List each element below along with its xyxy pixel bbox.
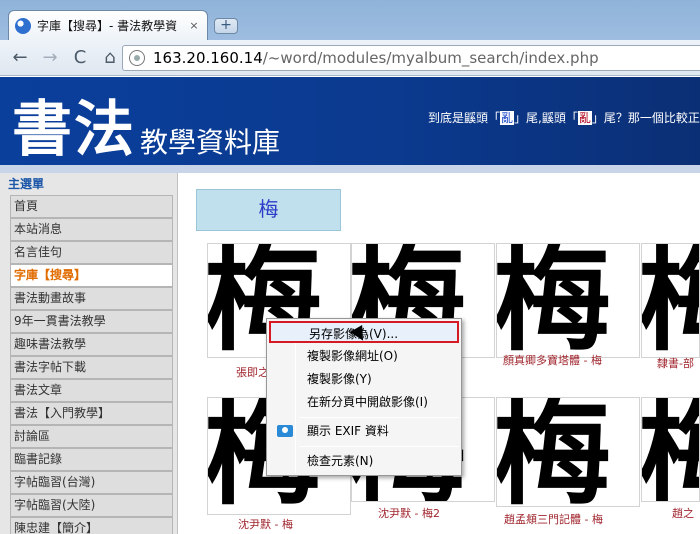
calligraphy-glyph: 梅 bbox=[496, 243, 612, 358]
copy-image-url-item[interactable]: 複製影像網址(O) bbox=[269, 345, 459, 367]
address-bar[interactable]: 163.20.160.14/~word/modules/myalbum_sear… bbox=[122, 45, 700, 71]
camera-icon bbox=[277, 425, 293, 437]
thumbnail-caption[interactable]: 趙孟頫三門記體 - 梅 bbox=[504, 511, 603, 527]
menu-separator bbox=[299, 417, 459, 418]
page-icon bbox=[129, 50, 145, 66]
search-term-title: 梅 bbox=[196, 189, 341, 231]
menu-separator bbox=[299, 446, 459, 447]
menu-item-profile[interactable]: 陳忠建【簡介】 bbox=[10, 517, 173, 534]
context-menu: 另存影像為(V)... 複製影像網址(O) 複製影像(Y) 在新分頁中開啟影像(… bbox=[266, 318, 462, 476]
menu-item-forum[interactable]: 討論區 bbox=[10, 425, 173, 448]
tab-close-icon[interactable]: × bbox=[187, 19, 201, 33]
menu-item-home[interactable]: 首頁 bbox=[10, 195, 173, 218]
back-button[interactable]: ← bbox=[8, 46, 32, 70]
menu-item-taiwan[interactable]: 字帖臨習(台灣) bbox=[10, 471, 173, 494]
tab-strip: 字庫【搜尋】- 書法教學資 × + bbox=[0, 0, 700, 40]
menu-item-downloads[interactable]: 書法字帖下載 bbox=[10, 356, 173, 379]
thumbnail-caption[interactable]: 張即之 bbox=[236, 364, 269, 380]
marquee-text: 到底是鼷頭「亂」尾,鼷頭「亂」尾？那一個比較正確 bbox=[428, 111, 700, 125]
sidebar: 主選單 首頁 本站消息 名言佳句 字庫【搜尋】 書法動畫故事 9年一貫書法教學 … bbox=[0, 173, 178, 534]
open-image-new-tab-item[interactable]: 在新分頁中開啟影像(I) bbox=[269, 391, 459, 413]
thumbnail-image[interactable]: 梅 bbox=[496, 243, 640, 358]
thumbnail-caption[interactable]: 隸書-部 bbox=[657, 355, 694, 371]
copy-image-item[interactable]: 複製影像(Y) bbox=[269, 368, 459, 390]
menu-item-quotes[interactable]: 名言佳句 bbox=[10, 241, 173, 264]
menu-item-curriculum[interactable]: 9年一貫書法教學 bbox=[10, 310, 173, 333]
thumbnail-caption[interactable]: 趙之 bbox=[672, 505, 694, 521]
thumbnail-image[interactable]: 梅 bbox=[496, 397, 640, 507]
menu-item-search[interactable]: 字庫【搜尋】 bbox=[10, 264, 173, 287]
main-menu: 首頁 本站消息 名言佳句 字庫【搜尋】 書法動畫故事 9年一貫書法教學 趣味書法… bbox=[10, 195, 173, 534]
menu-item-intro[interactable]: 書法【入門教學】 bbox=[10, 402, 173, 425]
menu-item-mainland[interactable]: 字帖臨習(大陸) bbox=[10, 494, 173, 517]
tab-title: 字庫【搜尋】- 書法教學資 bbox=[37, 19, 178, 33]
reload-button[interactable]: C bbox=[68, 46, 92, 70]
site-logo[interactable]: 書法 bbox=[12, 81, 136, 165]
menu-item-news[interactable]: 本站消息 bbox=[10, 218, 173, 241]
inspect-element-item[interactable]: 檢查元素(N) bbox=[269, 450, 459, 472]
new-tab-button[interactable]: + bbox=[214, 18, 238, 34]
header-strip bbox=[0, 165, 700, 173]
sidebar-title: 主選單 bbox=[8, 177, 45, 191]
home-button[interactable]: ⌂ bbox=[98, 46, 122, 70]
menu-item-stories[interactable]: 書法動畫故事 bbox=[10, 287, 173, 310]
menu-item-fun[interactable]: 趣味書法教學 bbox=[10, 333, 173, 356]
favicon-icon bbox=[15, 17, 31, 34]
calligraphy-glyph: 梅 bbox=[642, 244, 699, 357]
thumbnail-caption[interactable]: 沈尹默 - 梅2 bbox=[378, 505, 440, 521]
calligraphy-glyph: 梅 bbox=[496, 397, 612, 507]
url-path: /~word/modules/myalbum_search/index.php bbox=[262, 49, 599, 67]
url-host: 163.20.160.14 bbox=[153, 49, 263, 67]
thumbnail-image[interactable]: 梅 bbox=[641, 243, 700, 358]
menu-item-records[interactable]: 臨書記錄 bbox=[10, 448, 173, 471]
thumbnail-caption[interactable]: 顏真卿多寶塔體 - 梅 bbox=[503, 352, 602, 368]
thumbnail-caption[interactable]: 沈尹默 - 梅 bbox=[238, 516, 293, 532]
show-exif-label: 顯示 EXIF 資料 bbox=[307, 424, 389, 438]
calligraphy-glyph: 梅 bbox=[642, 398, 699, 501]
browser-tab[interactable]: 字庫【搜尋】- 書法教學資 × bbox=[8, 10, 208, 40]
show-exif-item[interactable]: 顯示 EXIF 資料 bbox=[269, 420, 459, 442]
forward-button[interactable]: → bbox=[38, 46, 62, 70]
menu-item-articles[interactable]: 書法文章 bbox=[10, 379, 173, 402]
site-header: 書法 教學資料庫 到底是鼷頭「亂」尾,鼷頭「亂」尾？那一個比較正確 bbox=[0, 77, 700, 165]
browser-toolbar: ← → C ⌂ 163.20.160.14/~word/modules/myal… bbox=[0, 40, 700, 76]
thumbnail-image[interactable]: 梅 bbox=[641, 397, 700, 502]
site-subtitle: 教學資料庫 bbox=[140, 126, 281, 159]
